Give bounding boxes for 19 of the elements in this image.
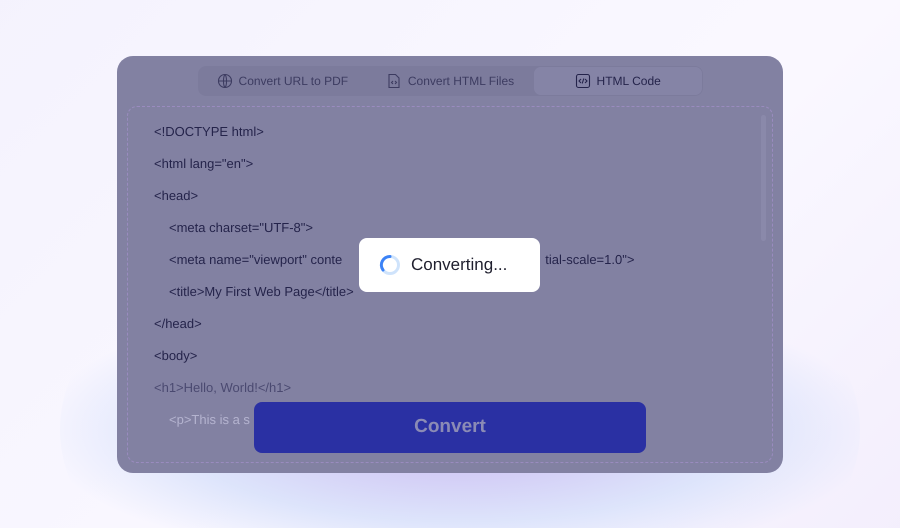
- code-line: <!DOCTYPE html>: [154, 122, 264, 140]
- code-line: tial-scale=1.0">: [545, 250, 634, 268]
- code-line: <meta name="viewport" conte: [169, 250, 342, 269]
- converting-label: Converting...: [411, 254, 508, 276]
- code-line: <body>: [154, 346, 198, 365]
- tab[interactable]: HTML Code: [534, 66, 702, 94]
- tab[interactable]: Convert URL to PDF: [198, 66, 366, 94]
- globe-icon: [216, 72, 233, 88]
- code-line: <head>: [154, 186, 198, 204]
- code-line: </head>: [154, 314, 202, 332]
- code-line: <meta charset="UTF-8">: [169, 218, 313, 236]
- loading-spinner-icon: [379, 254, 401, 276]
- code-line: <h1>Hello, World!</h1>: [154, 378, 292, 396]
- file-code-icon: [386, 72, 402, 88]
- code-line: <title>My First Web Page</title>: [169, 282, 354, 301]
- convert-button[interactable]: Convert: [254, 402, 646, 452]
- code-line: <html lang="en">: [154, 154, 254, 173]
- code-icon: [574, 72, 591, 88]
- tab[interactable]: Convert HTML Files: [366, 66, 534, 94]
